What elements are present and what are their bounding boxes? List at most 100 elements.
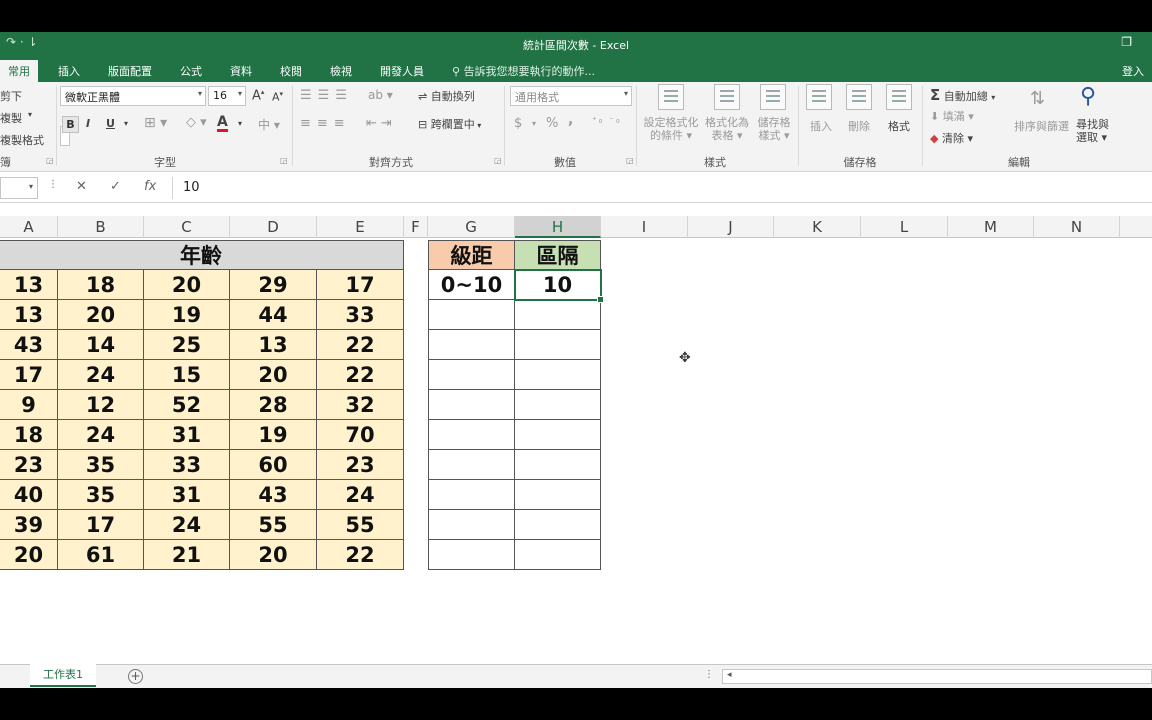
autosum-button[interactable]: Σ 自動加總 ▾: [930, 86, 995, 104]
age-cell[interactable]: 60: [230, 450, 317, 480]
bold-button[interactable]: B: [62, 116, 79, 133]
age-cell[interactable]: 40: [0, 480, 58, 510]
sort-filter-icon[interactable]: ⇅: [1030, 88, 1045, 109]
format-as-table-icon[interactable]: [714, 84, 740, 110]
find-icon[interactable]: ⚲: [1080, 84, 1096, 109]
merge-center-button[interactable]: ⊟ 跨欄置中 ▾: [418, 116, 481, 132]
clipboard-launcher-icon[interactable]: ◲: [46, 156, 54, 165]
interval-cell[interactable]: [515, 510, 601, 540]
tab-review[interactable]: 校閱: [280, 63, 302, 79]
insert-cells-button[interactable]: 插入: [810, 118, 832, 134]
age-cell[interactable]: 29: [230, 270, 317, 300]
column-header-j[interactable]: J: [688, 216, 774, 238]
cell-styles-button[interactable]: 儲存格 樣式 ▾: [754, 116, 794, 142]
font-size-select[interactable]: 16 ▾: [208, 86, 246, 106]
age-cell[interactable]: 43: [0, 330, 58, 360]
interval-cell[interactable]: [515, 390, 601, 420]
underline-dropdown-icon[interactable]: ▾: [124, 119, 128, 128]
currency-button[interactable]: $: [514, 116, 522, 131]
sort-filter-button[interactable]: 排序與篩選: [1014, 118, 1069, 134]
interval-cell[interactable]: [515, 420, 601, 450]
age-cell[interactable]: 33: [317, 300, 404, 330]
age-cell[interactable]: 61: [58, 540, 144, 570]
tab-formulas[interactable]: 公式: [180, 63, 202, 79]
tab-home[interactable]: 常用: [0, 60, 38, 82]
underline-button[interactable]: U: [106, 117, 115, 130]
age-cell[interactable]: 17: [58, 510, 144, 540]
decimal-icons[interactable]: ⁺₀ ⁻₀: [592, 116, 622, 126]
age-cell[interactable]: 13: [0, 270, 58, 300]
percent-button[interactable]: %: [546, 116, 558, 131]
age-cell[interactable]: 22: [317, 540, 404, 570]
delete-cells-button[interactable]: 刪除: [848, 118, 870, 134]
copy-button[interactable]: 複製: [0, 110, 22, 126]
column-header-a[interactable]: A: [0, 216, 58, 238]
column-header-c[interactable]: C: [144, 216, 230, 238]
shrink-font-button[interactable]: A▾: [272, 90, 283, 104]
age-cell[interactable]: 20: [230, 540, 317, 570]
column-header-m[interactable]: M: [948, 216, 1034, 238]
age-cell[interactable]: 35: [58, 480, 144, 510]
age-cell[interactable]: 17: [317, 270, 404, 300]
active-cell[interactable]: [514, 269, 604, 303]
range-cell[interactable]: [428, 300, 515, 330]
comma-button[interactable]: ,: [568, 112, 573, 128]
column-header-k[interactable]: K: [774, 216, 861, 238]
age-cell[interactable]: 70: [317, 420, 404, 450]
range-cell[interactable]: [428, 330, 515, 360]
age-cell[interactable]: 18: [0, 420, 58, 450]
conditional-format-icon[interactable]: [658, 84, 684, 110]
age-cell[interactable]: 55: [317, 510, 404, 540]
name-box[interactable]: ▾: [0, 177, 38, 199]
range-cell[interactable]: [428, 420, 515, 450]
worksheet-grid[interactable]: ABCDEFGHIJKLMN 年齡 13 18 20 29 17 13 20 19 44 33 43 1…: [0, 216, 1152, 664]
age-cell[interactable]: 13: [230, 330, 317, 360]
tab-page-layout[interactable]: 版面配置: [108, 63, 152, 79]
horizontal-align-icons[interactable]: ≡≡≡: [300, 116, 351, 131]
indent-icons[interactable]: ⇤⇥: [366, 116, 396, 131]
age-cell[interactable]: 13: [0, 300, 58, 330]
age-cell[interactable]: 44: [230, 300, 317, 330]
font-color-button[interactable]: A: [217, 115, 228, 132]
age-cell[interactable]: 20: [144, 270, 230, 300]
age-cell[interactable]: 17: [0, 360, 58, 390]
interval-cell[interactable]: [515, 300, 601, 330]
range-cell[interactable]: [428, 510, 515, 540]
font-color-dropdown-icon[interactable]: ▾: [238, 119, 242, 128]
column-header-e[interactable]: E: [317, 216, 404, 238]
age-cell[interactable]: 19: [230, 420, 317, 450]
age-cell[interactable]: 39: [0, 510, 58, 540]
column-header-g[interactable]: G: [428, 216, 515, 238]
number-format-select[interactable]: 通用格式 ▾: [510, 86, 632, 106]
column-header-h[interactable]: H: [515, 216, 601, 238]
range-header-cell[interactable]: 級距: [428, 240, 515, 270]
format-cells-button[interactable]: 格式: [888, 118, 910, 134]
interval-cell[interactable]: [515, 480, 601, 510]
age-cell[interactable]: 9: [0, 390, 58, 420]
age-cell[interactable]: 19: [144, 300, 230, 330]
age-cell[interactable]: 20: [0, 540, 58, 570]
age-cell[interactable]: 28: [230, 390, 317, 420]
orientation-icon[interactable]: ab ▾: [368, 88, 393, 102]
age-cell[interactable]: 24: [144, 510, 230, 540]
age-cell[interactable]: 35: [58, 450, 144, 480]
grow-font-button[interactable]: A▴: [252, 88, 264, 103]
age-cell[interactable]: 31: [144, 420, 230, 450]
column-header-f[interactable]: F: [404, 216, 428, 238]
format-cells-icon[interactable]: [886, 84, 912, 110]
age-cell[interactable]: 20: [58, 300, 144, 330]
column-header-l[interactable]: L: [861, 216, 948, 238]
age-header-cell[interactable]: 年齡: [0, 240, 404, 270]
age-cell[interactable]: 25: [144, 330, 230, 360]
column-header-n[interactable]: N: [1034, 216, 1120, 238]
age-cell[interactable]: 31: [144, 480, 230, 510]
age-cell[interactable]: 55: [230, 510, 317, 540]
cut-button[interactable]: 剪下: [0, 88, 22, 104]
age-cell[interactable]: 20: [230, 360, 317, 390]
scroll-left-icon[interactable]: ◂: [727, 670, 732, 680]
age-cell[interactable]: 22: [317, 360, 404, 390]
range-cell[interactable]: [428, 390, 515, 420]
borders-icon[interactable]: ⊞ ▾: [144, 115, 167, 131]
interval-cell[interactable]: [515, 360, 601, 390]
tab-data[interactable]: 資料: [230, 63, 252, 79]
